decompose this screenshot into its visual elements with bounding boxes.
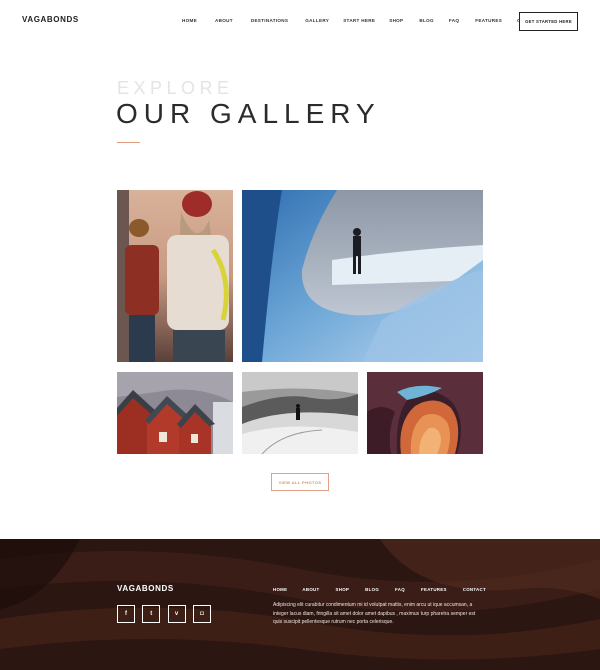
nav-home[interactable]: HOME [182, 18, 197, 23]
nav-destinations[interactable]: DESTINATIONS [251, 18, 288, 23]
section-eyebrow: EXPLORE [117, 78, 234, 98]
site-header: VAGABONDS HOME ABOUT DESTINATIONS GALLER… [0, 0, 600, 44]
twitter-icon[interactable]: t [142, 605, 161, 623]
nav-about[interactable]: ABOUT [215, 18, 233, 23]
footer-logo[interactable]: VAGABONDS [117, 584, 174, 593]
instagram-icon[interactable]: ◘ [192, 605, 211, 623]
site-footer: VAGABONDS f t v ◘ HOME ABOUT SHOP BLOG F… [0, 539, 600, 670]
gallery-photo-antelope-canyon[interactable] [367, 372, 483, 454]
footer-nav-faq[interactable]: FAQ [395, 587, 405, 592]
gallery-photo-desert-dunes[interactable] [242, 372, 358, 454]
facebook-glyph: f [125, 611, 127, 617]
nav-blog[interactable]: BLOG [419, 18, 433, 23]
gallery-photo-ice-cave[interactable] [242, 190, 483, 362]
nav-gallery[interactable]: GALLERY [305, 18, 329, 23]
footer-nav-home[interactable]: HOME [273, 587, 287, 592]
main-nav: HOME ABOUT DESTINATIONS GALLERY START HE… [182, 18, 541, 23]
page-title: OUR GALLERY [116, 98, 381, 129]
nav-start-here[interactable]: START HERE [343, 18, 375, 23]
nav-features[interactable]: FEATURES [475, 18, 502, 23]
instagram-glyph: ◘ [200, 611, 204, 617]
footer-nav-blog[interactable]: BLOG [365, 587, 379, 592]
twitter-glyph: t [150, 611, 153, 617]
gallery-photo-red-cabins[interactable] [117, 372, 233, 454]
footer-description: Adipiscing elit curabitur condimentum mi… [273, 602, 476, 626]
footer-nav-features[interactable]: FEATURES [421, 587, 447, 592]
footer-nav-shop[interactable]: SHOP [336, 587, 350, 592]
view-all-photos-button[interactable]: VIEW ALL PHOTOS [271, 473, 329, 491]
footer-nav-about[interactable]: ABOUT [302, 587, 319, 592]
gallery-photo-travelers[interactable] [117, 190, 233, 362]
nav-faq[interactable]: FAQ [449, 18, 459, 23]
facebook-icon[interactable]: f [117, 605, 135, 623]
footer-nav-contact[interactable]: CONTACT [463, 587, 486, 592]
nav-shop[interactable]: SHOP [389, 18, 403, 23]
vimeo-icon[interactable]: v [167, 605, 186, 623]
vimeo-glyph: v [174, 611, 179, 617]
site-logo[interactable]: VAGABONDS [22, 15, 79, 24]
get-started-button[interactable]: GET STARTED HERE [519, 12, 578, 31]
social-links: f t v ◘ [117, 605, 218, 623]
title-underline [117, 142, 140, 143]
footer-nav: HOME ABOUT SHOP BLOG FAQ FEATURES CONTAC… [273, 587, 486, 592]
